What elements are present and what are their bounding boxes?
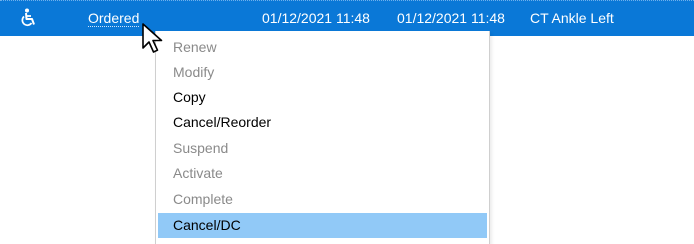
arrow-cursor-icon — [142, 23, 163, 53]
menu-item-label: Complete — [173, 191, 233, 207]
menu-item-label: Suspend — [173, 140, 229, 156]
menu-item-copy[interactable]: Copy — [158, 85, 487, 110]
menu-item-label: Cancel/DC — [173, 217, 241, 233]
menu-item-complete[interactable]: Complete — [158, 187, 487, 212]
menu-item-label: Modify — [173, 64, 215, 80]
order-stop-date: 01/12/2021 11:48 — [397, 10, 505, 26]
menu-item-label: Activate — [173, 165, 223, 181]
menu-item-modify[interactable]: Modify — [158, 60, 487, 85]
menu-item-cancel-reorder[interactable]: Cancel/Reorder — [158, 110, 487, 135]
wheelchair-icon — [21, 8, 35, 27]
order-description: CT Ankle Left — [530, 10, 614, 26]
context-menu: Renew Modify Copy Cancel/Reorder Suspend… — [155, 31, 490, 244]
menu-item-activate[interactable]: Activate — [158, 161, 487, 186]
menu-item-renew[interactable]: Renew — [158, 35, 487, 60]
order-start-date: 01/12/2021 11:48 — [262, 10, 370, 26]
order-list-view: Ordered 01/12/2021 11:48 01/12/2021 11:4… — [0, 0, 694, 244]
order-status: Ordered — [88, 10, 140, 27]
menu-item-label: Cancel/Reorder — [173, 114, 272, 130]
menu-item-label: Renew — [173, 39, 217, 55]
menu-item-suspend[interactable]: Suspend — [158, 136, 487, 161]
menu-item-label: Copy — [173, 89, 206, 105]
menu-item-cancel-dc[interactable]: Cancel/DC — [158, 213, 487, 238]
